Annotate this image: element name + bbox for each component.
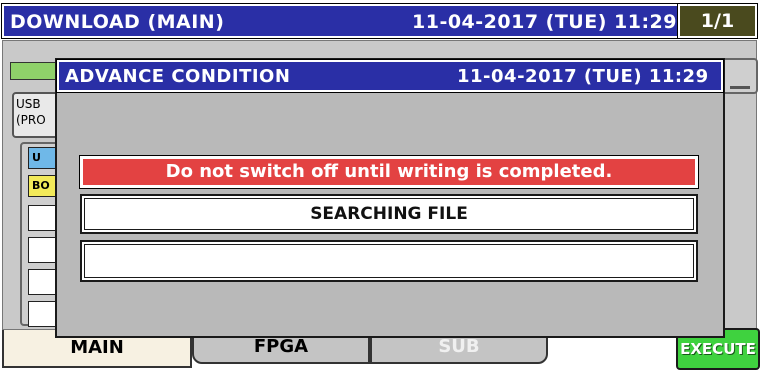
blue-chip-item[interactable]: U: [28, 147, 58, 169]
status-field: SEARCHING FILE: [80, 194, 698, 234]
dialog-datetime: 11-04-2017 (TUE) 11:29: [457, 66, 709, 87]
dialog-title: ADVANCE CONDITION: [65, 66, 291, 87]
screen-title: DOWNLOAD (MAIN): [10, 11, 225, 33]
main-title-bar: DOWNLOAD (MAIN) 11-04-2017 (TUE) 11:29: [1, 3, 758, 39]
warning-message: Do not switch off until writing is compl…: [79, 155, 699, 189]
dialog-title-bar: ADVANCE CONDITION 11-04-2017 (TUE) 11:29: [56, 59, 724, 93]
yellow-chip-item[interactable]: BO: [28, 175, 58, 197]
page-indicator: 1/1: [677, 3, 758, 39]
list-item[interactable]: [28, 205, 58, 231]
usb-button-label: USB (PRO: [16, 97, 46, 127]
usb-source-button[interactable]: USB (PRO: [12, 92, 60, 138]
message-field: [80, 240, 698, 282]
file-list-panel: [20, 142, 60, 326]
list-item[interactable]: [28, 269, 58, 295]
list-item[interactable]: [28, 301, 58, 327]
header-datetime: 11-04-2017 (TUE) 11:29: [412, 11, 677, 33]
list-item[interactable]: [28, 237, 58, 263]
